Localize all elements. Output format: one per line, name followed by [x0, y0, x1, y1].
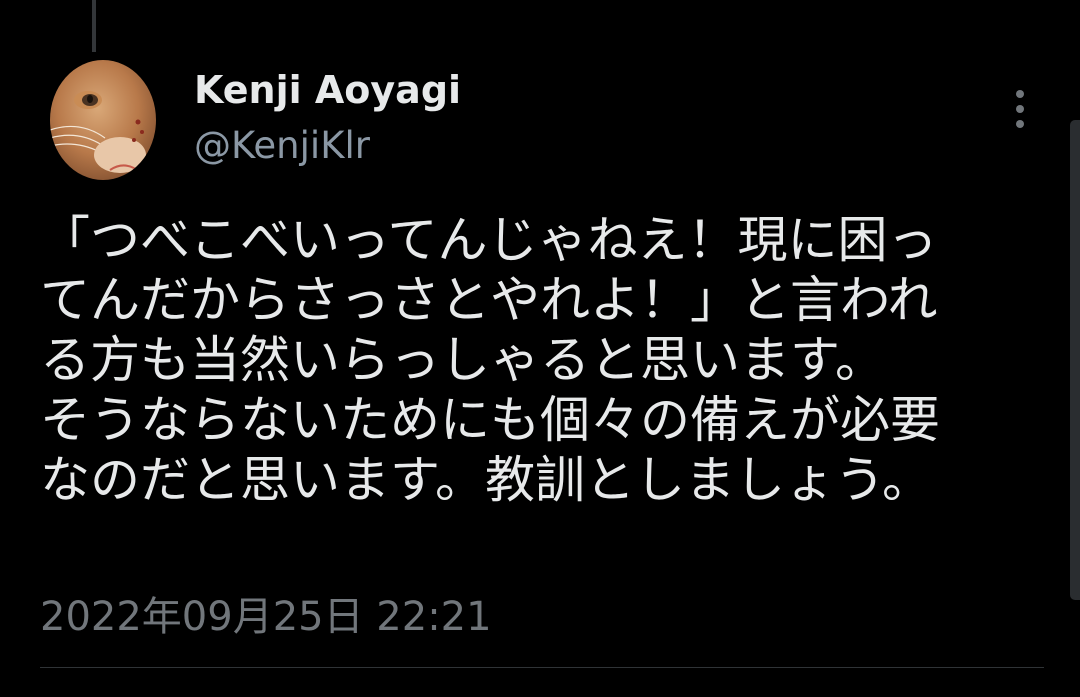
- thread-connector-line: [92, 0, 96, 52]
- author-display-name[interactable]: Kenji Aoyagi: [194, 68, 461, 112]
- tweet-text-line: なのだと思います。教訓としましょう。: [40, 451, 932, 509]
- author-handle[interactable]: @KenjiKlr: [194, 124, 370, 167]
- tweet-text-line: そうならないためにも個々の備えが必要: [40, 391, 940, 449]
- tweet-text-line: る方も当然いらっしゃると思います。: [40, 331, 885, 389]
- tweet-timestamp[interactable]: 2022年09月25日 22:21: [40, 584, 492, 642]
- cat-avatar-icon: [50, 60, 156, 180]
- more-vertical-icon: [1016, 90, 1024, 128]
- tweet-text-line: 「つべこべいってんじゃねえ！現に困っ: [40, 211, 938, 269]
- scrollbar[interactable]: [1070, 120, 1080, 600]
- avatar[interactable]: [50, 60, 156, 180]
- tweet-text-line: てんだからさっさとやれよ！」と言われ: [40, 271, 938, 329]
- more-options-button[interactable]: [1004, 86, 1036, 132]
- tweet-text: 「つべこべいってんじゃねえ！現に困っ てんだからさっさとやれよ！」と言われ る方…: [40, 210, 1030, 510]
- divider: [40, 667, 1044, 668]
